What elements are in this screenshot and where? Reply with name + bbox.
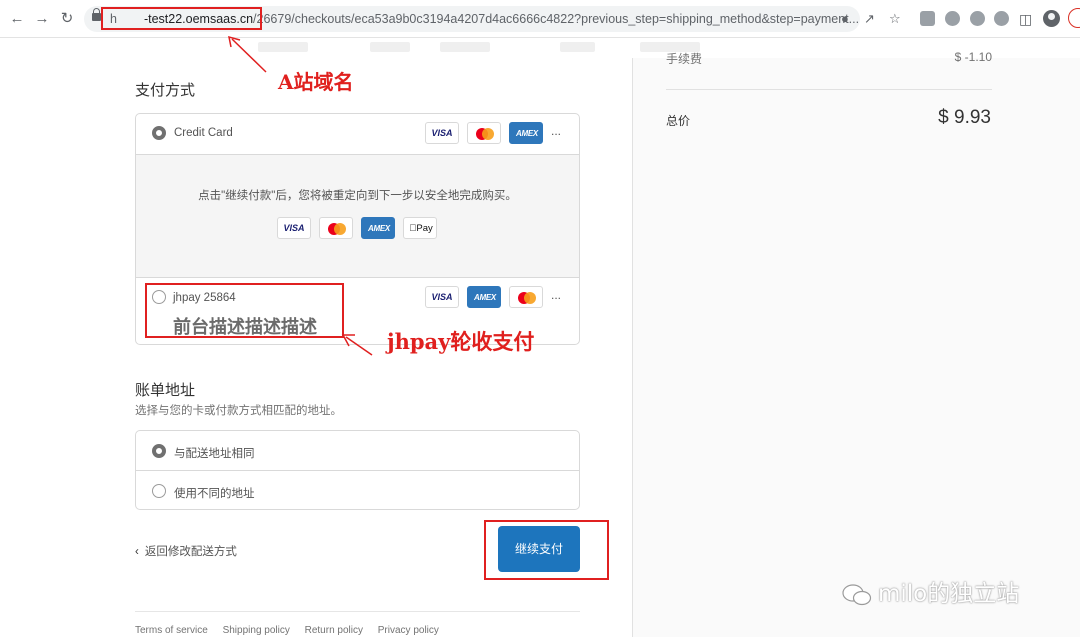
- extension-icon-1[interactable]: [920, 11, 935, 26]
- mastercard-icon: [467, 122, 501, 144]
- bookmark-item[interactable]: [370, 42, 410, 52]
- billing-different-radio[interactable]: [152, 484, 166, 498]
- amex-icon: [509, 122, 544, 144]
- credit-card-option[interactable]: Credit Card ...: [136, 114, 579, 154]
- payment-method-title: 支付方式: [135, 82, 196, 99]
- total-value: $ 9.93: [938, 107, 991, 128]
- shipping-policy-link[interactable]: Shipping policy: [223, 625, 290, 636]
- fee-value: $ -1.10: [954, 50, 992, 64]
- credit-card-redirect-panel: 点击"继续付款"后，您将被重定向到下一步以安全地完成购买。: [136, 154, 579, 278]
- billing-different-label: 使用不同的地址: [174, 488, 255, 500]
- jhpay-annotation: jhpay轮收支付: [387, 329, 535, 354]
- return-to-shipping-link[interactable]: ‹ 返回修改配送方式: [135, 543, 237, 559]
- redirect-message: 点击"继续付款"后，您将被重定向到下一步以安全地完成购买。: [198, 190, 517, 202]
- extension-icon-4[interactable]: [994, 11, 1009, 26]
- credit-card-radio[interactable]: [152, 126, 166, 140]
- extension-icon-3[interactable]: [970, 11, 985, 26]
- amex-icon: [467, 286, 502, 308]
- return-policy-link[interactable]: Return policy: [305, 625, 363, 636]
- bookmark-item[interactable]: [258, 42, 308, 52]
- extension-icon-2[interactable]: [945, 11, 960, 26]
- billing-same-label: 与配送地址相同: [174, 448, 255, 460]
- bookmark-item[interactable]: [560, 42, 595, 52]
- browser-toolbar: ← → ↻ h -test22.oemsaas.cn/26679/checkout…: [0, 0, 1080, 38]
- domain-annotation: A站域名: [278, 70, 354, 94]
- billing-different-option[interactable]: 使用不同的地址: [136, 471, 579, 510]
- billing-same-option[interactable]: 与配送地址相同: [136, 431, 579, 470]
- mastercard-icon: [319, 217, 353, 239]
- location-icon[interactable]: ●: [841, 11, 849, 27]
- reload-icon[interactable]: ↻: [58, 10, 76, 28]
- fee-row: 手续费 $ -1.10: [666, 50, 992, 64]
- domain-highlight-box: [101, 7, 262, 30]
- redirect-card-logos: [277, 217, 447, 239]
- credit-card-label: Credit Card: [174, 127, 233, 139]
- visa-icon: [425, 122, 459, 144]
- billing-options: 与配送地址相同 使用不同的地址: [135, 430, 580, 510]
- watermark: milo的独立站: [842, 574, 1019, 608]
- billing-address-subtitle: 选择与您的卡或付款方式相匹配的地址。: [135, 405, 342, 417]
- visa-icon: [277, 217, 311, 239]
- visa-icon: [425, 286, 459, 308]
- apple-pay-icon: [403, 217, 438, 239]
- back-arrow-icon[interactable]: ←: [8, 10, 26, 28]
- forward-arrow-icon[interactable]: →: [33, 10, 51, 28]
- side-panel-icon[interactable]: ◫: [1019, 11, 1032, 27]
- lock-icon[interactable]: [92, 8, 101, 21]
- total-label: 总价: [666, 114, 691, 128]
- privacy-policy-link[interactable]: Privacy policy: [378, 625, 439, 636]
- profile-avatar-icon[interactable]: [1043, 10, 1060, 27]
- amex-icon: [361, 217, 396, 239]
- summary-divider: [666, 89, 992, 90]
- footer-links: Terms of service Shipping policy Return …: [135, 625, 451, 636]
- mastercard-icon: [509, 286, 543, 308]
- watermark-text: milo的独立站: [878, 581, 1020, 607]
- chevron-left-icon: ‹: [135, 546, 139, 558]
- terms-of-service-link[interactable]: Terms of service: [135, 625, 208, 636]
- billing-same-radio[interactable]: [152, 444, 166, 458]
- billing-address-title: 账单地址: [135, 382, 196, 399]
- jhpay-card-logos: ...: [425, 286, 565, 308]
- continue-button-highlight-box: [484, 520, 609, 580]
- jhpay-highlight-box: [145, 283, 344, 338]
- order-summary: 手续费 $ -1.10 总价 $ 9.93: [632, 50, 1080, 637]
- share-icon[interactable]: ↗: [864, 11, 875, 27]
- footer-divider: [135, 611, 580, 612]
- credit-card-logos: ...: [425, 122, 565, 144]
- update-badge-icon[interactable]: [1068, 8, 1080, 28]
- return-to-shipping-label: 返回修改配送方式: [144, 546, 237, 558]
- fee-label: 手续费: [666, 52, 703, 64]
- more-cards-icon: ...: [551, 124, 562, 138]
- bookmark-star-icon[interactable]: ☆: [889, 11, 901, 27]
- wechat-icon: [842, 583, 872, 605]
- more-cards-icon: ...: [551, 288, 562, 302]
- bookmark-item[interactable]: [440, 42, 490, 52]
